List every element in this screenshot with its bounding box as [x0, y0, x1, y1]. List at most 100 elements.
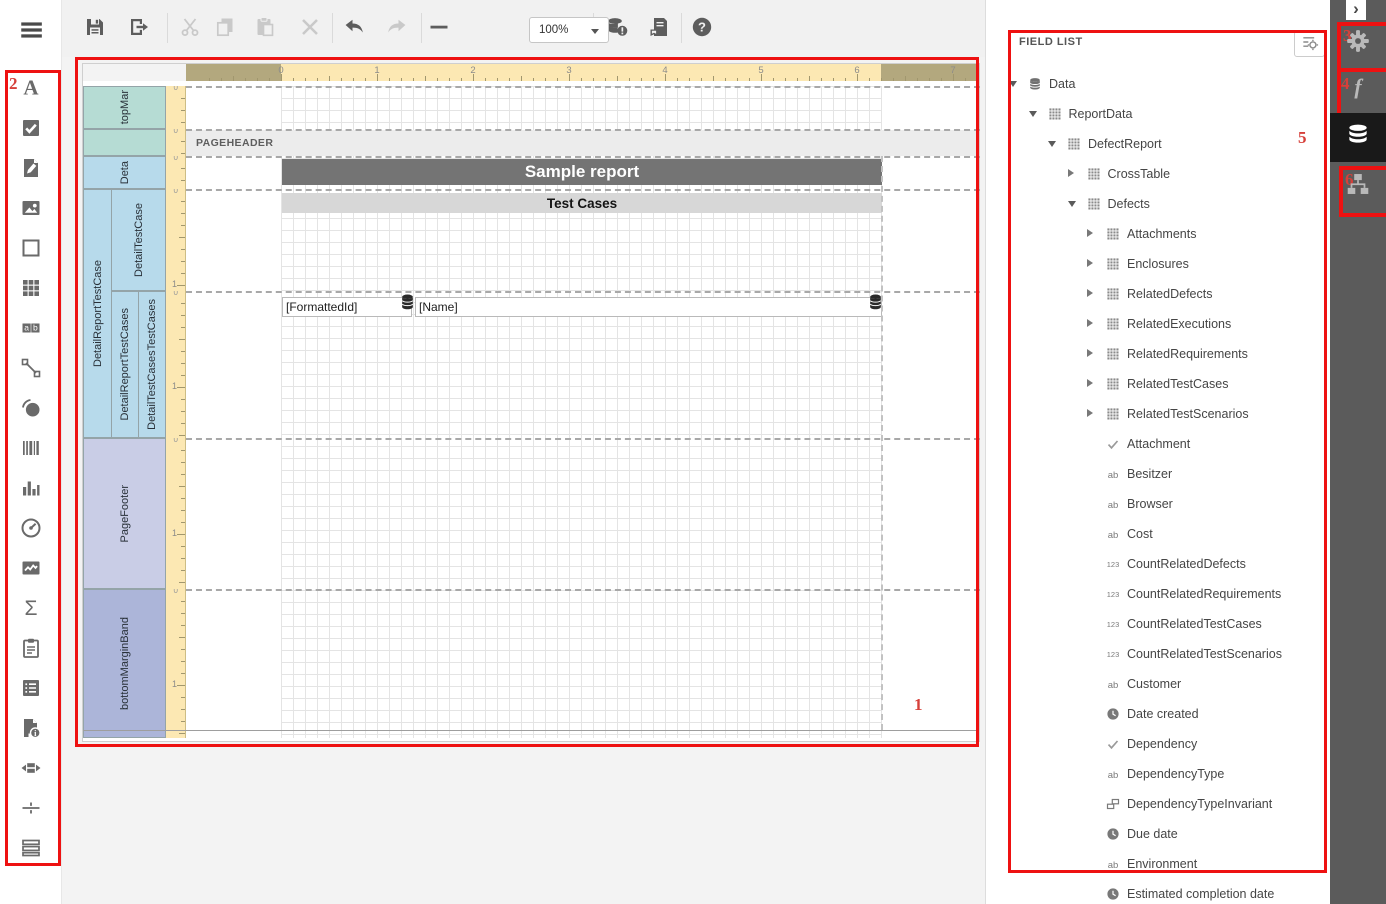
toolbox-item-table[interactable]: [14, 273, 48, 307]
toolbox-item-pageinfo[interactable]: i: [14, 713, 48, 747]
toolbox-item-sparkline[interactable]: [14, 553, 48, 587]
band-strip-detailReportTestCase[interactable]: DetailReportTestCase: [83, 189, 112, 438]
band-strip-detail[interactable]: Deta: [83, 156, 166, 189]
chevron-down-icon[interactable]: [1048, 141, 1056, 147]
field-list-item[interactable]: Estimated completion date: [986, 879, 1331, 904]
band-strip-pageFooter[interactable]: PageFooter: [83, 438, 166, 589]
chevron-down-icon[interactable]: [1009, 81, 1017, 87]
toolbox-item-richtext[interactable]: [14, 153, 48, 187]
tab-properties[interactable]: [1330, 21, 1386, 65]
report-page[interactable]: 0123456700001010101topMarDetaDetailRepor…: [82, 63, 980, 742]
chevron-right-icon[interactable]: [1068, 169, 1074, 177]
report-title-textbox[interactable]: Sample report: [282, 159, 882, 185]
field-list-item[interactable]: CrossTable: [986, 159, 1331, 189]
band-strip-pageHeader[interactable]: [83, 129, 166, 156]
band-strip-detailTestCasesTestCases[interactable]: DetailTestCasesTestCases: [138, 291, 166, 438]
field-textbox-name[interactable]: [Name]: [415, 297, 882, 317]
field-list-options-button[interactable]: [1294, 31, 1325, 57]
field-list-item[interactable]: DefectReport: [986, 129, 1331, 159]
toolbox-item-separator[interactable]: [14, 793, 48, 827]
field-list-item[interactable]: 123CountRelatedTestScenarios: [986, 639, 1331, 669]
field-list-item[interactable]: RelatedTestCases: [986, 369, 1331, 399]
toolbox-item-chart[interactable]: [14, 473, 48, 507]
toolbox-item-line[interactable]: [14, 353, 48, 387]
field-list-item[interactable]: Enclosures: [986, 249, 1331, 279]
toolbox-item-clipboard[interactable]: [14, 633, 48, 667]
horizontal-ruler[interactable]: 01234567: [186, 64, 979, 81]
chevron-right-icon[interactable]: [1087, 229, 1093, 237]
vertical-ruler[interactable]: 01: [166, 291, 186, 438]
field-list-item[interactable]: Data: [986, 69, 1331, 99]
data-binding-icon[interactable]: [401, 294, 414, 310]
help-button[interactable]: ?: [685, 13, 719, 45]
toolbox-item-label[interactable]: A: [14, 73, 48, 107]
field-list-item[interactable]: abEnvironment: [986, 849, 1331, 879]
vertical-ruler[interactable]: 0: [166, 156, 186, 189]
zoom-out-button[interactable]: [422, 13, 456, 45]
chevron-right-icon[interactable]: [1087, 379, 1093, 387]
field-list-item[interactable]: Attachment: [986, 429, 1331, 459]
undo-button[interactable]: [338, 13, 372, 45]
tab-field-list[interactable]: [1330, 113, 1386, 162]
tab-expressions[interactable]: f: [1330, 67, 1386, 112]
toolbox-item-checkbox[interactable]: [14, 113, 48, 147]
chevron-right-icon[interactable]: [1087, 319, 1093, 327]
scripts-button[interactable]: [642, 13, 676, 45]
export-button[interactable]: [122, 13, 156, 45]
toolbox-item-shape[interactable]: [14, 393, 48, 427]
vertical-ruler[interactable]: 0: [166, 86, 186, 129]
toolbox-item-crossbands[interactable]: [14, 833, 48, 867]
vertical-ruler[interactable]: 0: [166, 129, 186, 156]
report-subtitle-textbox[interactable]: Test Cases: [282, 193, 882, 213]
field-textbox-formattedid[interactable]: [FormattedId]: [282, 297, 412, 317]
field-list-item[interactable]: 123CountRelatedTestCases: [986, 609, 1331, 639]
band-strip-detailReportTestCases[interactable]: DetailReportTestCases: [111, 291, 139, 438]
save-button[interactable]: [78, 13, 112, 45]
vertical-ruler[interactable]: 01: [166, 589, 186, 738]
band-strip-detailTestCase[interactable]: DetailTestCase: [111, 189, 166, 291]
zoom-level-select[interactable]: 100%: [529, 17, 609, 43]
chevron-right-icon[interactable]: [1087, 349, 1093, 357]
chevron-right-icon[interactable]: [1087, 289, 1093, 297]
chevron-down-icon[interactable]: [1068, 201, 1076, 207]
field-list-item[interactable]: abBrowser: [986, 489, 1331, 519]
page-header-band-row[interactable]: PAGEHEADER: [186, 130, 979, 156]
toolbox-item-sum[interactable]: Σ: [14, 593, 48, 627]
chevron-down-icon[interactable]: [1029, 111, 1037, 117]
field-list-item[interactable]: ReportData: [986, 99, 1331, 129]
field-list-item[interactable]: Attachments: [986, 219, 1331, 249]
field-list-item[interactable]: abDependencyType: [986, 759, 1331, 789]
toolbox-item-panel[interactable]: [14, 233, 48, 267]
field-list-item[interactable]: RelatedDefects: [986, 279, 1331, 309]
toolbox-item-picture[interactable]: [14, 193, 48, 227]
vertical-ruler[interactable]: 01: [166, 438, 186, 589]
field-list-item[interactable]: abCost: [986, 519, 1331, 549]
field-list-item[interactable]: 123CountRelatedDefects: [986, 549, 1331, 579]
tab-report-explorer[interactable]: [1330, 163, 1386, 209]
chevron-right-icon[interactable]: [1087, 259, 1093, 267]
field-list-item[interactable]: RelatedRequirements: [986, 339, 1331, 369]
toolbox-item-charactercomb[interactable]: ab: [14, 313, 48, 347]
ruler-tick: [181, 225, 185, 226]
field-list-item[interactable]: RelatedExecutions: [986, 309, 1331, 339]
toolbox-item-tableofcontents[interactable]: [14, 673, 48, 707]
field-list-item[interactable]: Defects: [986, 189, 1331, 219]
field-list-item[interactable]: RelatedTestScenarios: [986, 399, 1331, 429]
field-list-item[interactable]: abCustomer: [986, 669, 1331, 699]
chevron-right-icon[interactable]: [1087, 409, 1093, 417]
toolbox-item-pagebreak[interactable]: [14, 753, 48, 787]
band-strip-bottomMarginBand[interactable]: bottomMarginBand: [83, 589, 166, 738]
field-list-item[interactable]: Date created: [986, 699, 1331, 729]
field-list-item[interactable]: Due date: [986, 819, 1331, 849]
field-list-item[interactable]: DependencyTypeInvariant: [986, 789, 1331, 819]
band-strip-topMargin[interactable]: topMar: [83, 86, 166, 129]
toolbox-item-gauge[interactable]: [14, 513, 48, 547]
toolbox-item-barcode[interactable]: [14, 433, 48, 467]
vertical-ruler[interactable]: 01: [166, 189, 186, 291]
collapse-panel-icon[interactable]: ›: [1346, 0, 1366, 20]
field-list-item[interactable]: abBesitzer: [986, 459, 1331, 489]
design-surface[interactable]: 0123456700001010101topMarDetaDetailRepor…: [62, 57, 985, 904]
hamburger-menu-icon[interactable]: [14, 14, 48, 46]
field-list-item[interactable]: Dependency: [986, 729, 1331, 759]
field-list-item[interactable]: 123CountRelatedRequirements: [986, 579, 1331, 609]
